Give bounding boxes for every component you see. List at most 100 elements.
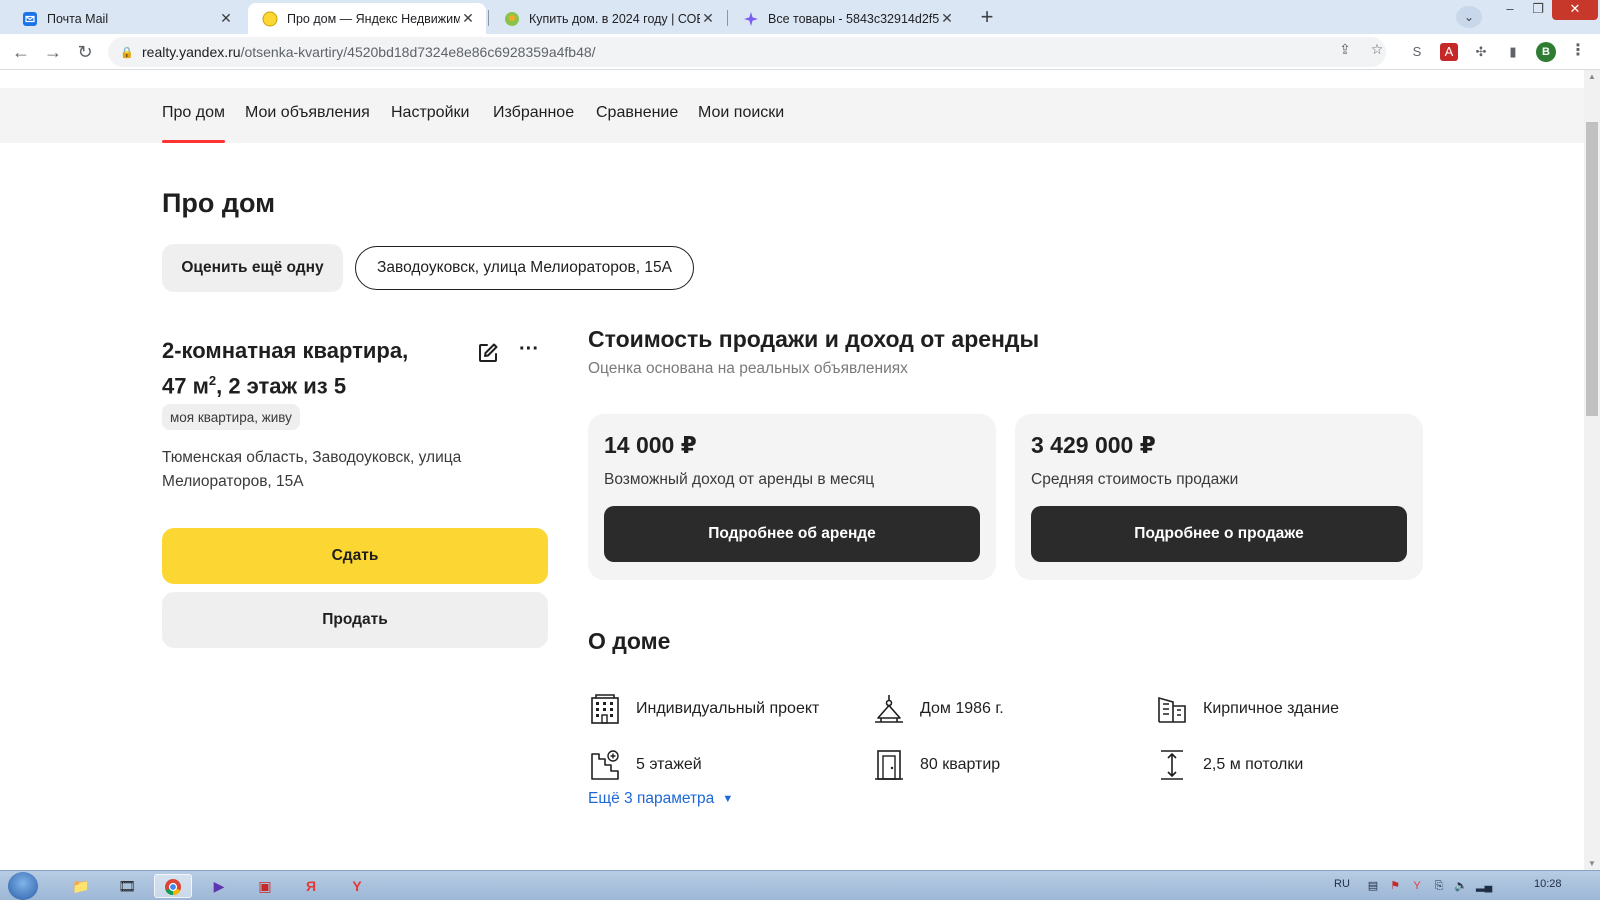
rent-caption: Возможный доход от аренды в месяц: [604, 471, 875, 488]
restore-button[interactable]: ❐: [1524, 0, 1552, 20]
yandex-app-icon[interactable]: Я: [292, 874, 330, 898]
page-scrollbar[interactable]: ▲ ▼: [1584, 70, 1600, 870]
apartment-area-unit-sup: 2: [208, 373, 217, 388]
tab-search-button[interactable]: ⌄: [1456, 6, 1482, 28]
media-player-icon[interactable]: 🎞: [108, 874, 146, 898]
subnav-item-my-searches[interactable]: Мои поиски: [698, 104, 784, 122]
scroll-up-icon[interactable]: ▲: [1588, 72, 1596, 81]
sparkle-icon: [743, 11, 759, 27]
scrollbar-thumb[interactable]: [1586, 122, 1598, 416]
edit-icon[interactable]: [477, 342, 499, 364]
close-icon[interactable]: ✕: [700, 10, 716, 27]
apartment-title: 2-комнатная квартира, 47 м2, 2 этаж из 5: [162, 336, 462, 401]
subnav-item-favorites[interactable]: Избранное: [493, 104, 574, 122]
subnav-item-about-home[interactable]: Про дом: [162, 104, 225, 122]
skype-extension-icon[interactable]: S: [1408, 43, 1426, 61]
tray-antivirus-icon[interactable]: ⚑: [1388, 879, 1402, 893]
param-apartments-text: 80 квартир: [920, 756, 1001, 773]
apartment-status-tag: моя квартира, живу: [162, 404, 300, 430]
language-indicator[interactable]: RU: [1334, 878, 1350, 890]
param-floors: 5 этажей: [588, 748, 702, 782]
back-icon[interactable]: ←: [10, 41, 32, 63]
param-material-text: Кирпичное здание: [1203, 700, 1340, 717]
more-params-link[interactable]: Ещё 3 параметра ▼: [588, 790, 733, 808]
new-tab-button[interactable]: +: [975, 6, 999, 30]
browser-tab-strip: Почта Mail ✕ Про дом — Яндекс Недвижимос…: [0, 0, 1600, 34]
estimate-another-button[interactable]: Оценить ещё одну: [162, 244, 343, 292]
ceiling-height-icon: [1161, 750, 1183, 780]
bookmark-star-icon[interactable]: ☆: [1368, 40, 1386, 58]
param-ceiling: 2,5 м потолки: [1155, 748, 1303, 782]
apartment-area: 47 м: [162, 373, 209, 399]
browser-toolbar: ← → ↻ 🔒 realty.yandex.ru/otsenka-kvartir…: [0, 34, 1600, 70]
subnav-item-comparison[interactable]: Сравнение: [596, 104, 678, 122]
valuation-subtitle: Оценка основана на реальных объявлениях: [588, 360, 908, 377]
share-icon[interactable]: ⇪: [1336, 40, 1354, 58]
sale-price-card: 3 429 000 ₽ Средняя стоимость продажи По…: [1015, 414, 1423, 580]
scroll-down-icon[interactable]: ▼: [1588, 859, 1596, 868]
close-window-button[interactable]: ✕: [1552, 0, 1598, 20]
extensions-puzzle-icon[interactable]: ✣: [1472, 43, 1490, 61]
tray-usb-icon[interactable]: ⎘: [1432, 879, 1446, 893]
param-project-text: Индивидуальный проект: [636, 700, 820, 717]
param-floors-text: 5 этажей: [636, 756, 702, 773]
sale-details-button[interactable]: Подробнее о продаже: [1031, 506, 1407, 562]
brick-building-icon: [1158, 696, 1186, 723]
apartment-address: Тюменская область, Заводоуковск, улица М…: [162, 449, 462, 490]
page-title: Про дом: [162, 188, 276, 218]
crane-year-icon: [875, 695, 903, 723]
subnav-item-settings[interactable]: Настройки: [391, 104, 469, 122]
clock[interactable]: 10:28: [1534, 878, 1562, 890]
param-year: Дом 1986 г.: [872, 692, 1004, 726]
browser-menu-icon[interactable]: ⋮: [1570, 41, 1586, 61]
browser-tab-realty[interactable]: Про дом — Яндекс Недвижимость ✕: [248, 3, 486, 34]
valuation-title: Стоимость продажи и доход от аренды: [588, 326, 1040, 352]
address-bar[interactable]: 🔒 realty.yandex.ru/otsenka-kvartiry/4520…: [108, 37, 1386, 67]
tab-title: Почта Mail: [47, 11, 109, 26]
sell-button[interactable]: Продать: [162, 592, 548, 648]
tray-signal-icon[interactable]: ▂▄: [1476, 879, 1492, 893]
tray-network-share-icon[interactable]: ▤: [1366, 879, 1380, 893]
video-player-icon[interactable]: ▶: [200, 874, 238, 898]
close-icon[interactable]: ✕: [939, 10, 955, 27]
more-options-icon[interactable]: ···: [518, 339, 540, 364]
tray-volume-icon[interactable]: 🔈: [1454, 879, 1468, 893]
active-tab-underline: [162, 140, 225, 143]
photo-app-icon[interactable]: ▣: [246, 874, 284, 898]
page-viewport: Про дом Мои объявления Настройки Избранн…: [0, 70, 1584, 870]
url-path: /otsenka-kvartiry/4520bd18d7324e8e86c692…: [240, 44, 596, 60]
side-panel-icon[interactable]: ▮: [1504, 43, 1522, 61]
tab-divider: [727, 10, 728, 26]
apartment-title-line1: 2-комнатная квартира,: [162, 338, 409, 363]
param-ceiling-text: 2,5 м потолки: [1203, 756, 1304, 773]
sale-caption: Средняя стоимость продажи: [1031, 471, 1239, 488]
chrome-icon[interactable]: [154, 874, 192, 898]
browser-tab-products[interactable]: Все товары - 5843c32914d2f5fd ✕: [729, 3, 965, 34]
profile-avatar[interactable]: В: [1536, 42, 1556, 62]
tray-yandex-icon[interactable]: Y: [1410, 879, 1424, 893]
param-year-text: Дом 1986 г.: [920, 700, 1004, 717]
profile-subnav: Про дом Мои объявления Настройки Избранн…: [0, 88, 1584, 143]
about-house-title: О доме: [588, 628, 671, 654]
lock-icon: 🔒: [120, 46, 134, 59]
pdf-extension-icon[interactable]: A: [1440, 43, 1458, 61]
chevron-down-icon: ▼: [722, 793, 734, 805]
yandex-browser-icon[interactable]: Y: [338, 874, 376, 898]
rent-details-button[interactable]: Подробнее об аренде: [604, 506, 980, 562]
address-chip[interactable]: Заводоуковск, улица Мелиораторов, 15А: [355, 246, 694, 290]
minimize-button[interactable]: –: [1496, 0, 1524, 20]
more-params-label: Ещё 3 параметра: [588, 790, 715, 807]
subnav-item-my-listings[interactable]: Мои объявления: [245, 104, 370, 122]
tab-divider: [488, 10, 489, 26]
explorer-icon[interactable]: 📁: [62, 874, 100, 898]
sova-icon: [504, 11, 520, 27]
close-icon[interactable]: ✕: [460, 10, 476, 27]
close-icon[interactable]: ✕: [218, 10, 234, 27]
browser-tab-mail[interactable]: Почта Mail ✕: [8, 3, 244, 34]
browser-tab-sova[interactable]: Купить дом. в 2024 году | СОВА ✕: [490, 3, 726, 34]
tab-title: Все товары - 5843c32914d2f5fd: [768, 11, 939, 26]
start-button[interactable]: [8, 872, 38, 900]
reload-icon[interactable]: ↻: [74, 41, 96, 63]
rent-out-button[interactable]: Сдать: [162, 528, 548, 584]
forward-icon[interactable]: →: [42, 41, 64, 63]
